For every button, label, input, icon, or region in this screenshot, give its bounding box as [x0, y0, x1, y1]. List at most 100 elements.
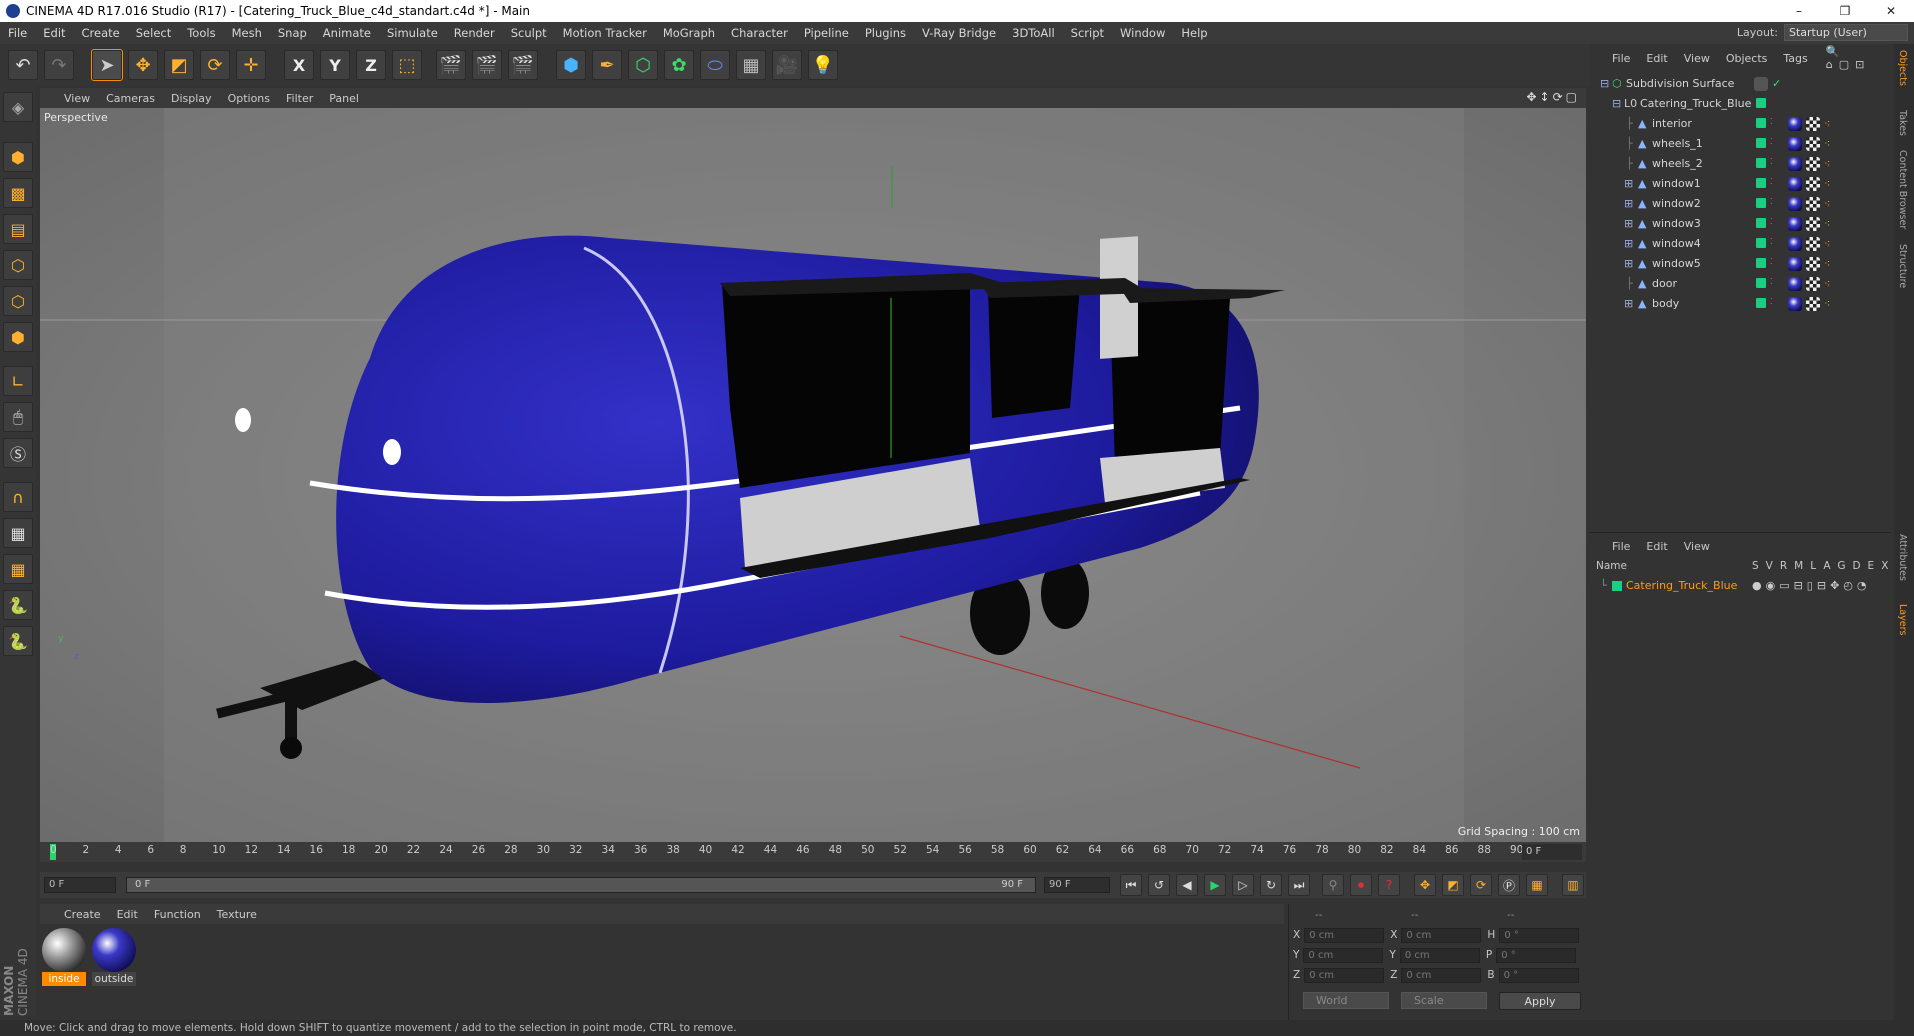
- lock-workplane-button[interactable]: ▦: [3, 518, 33, 548]
- size-mode-dropdown[interactable]: Scale: [1401, 992, 1487, 1009]
- range-slider[interactable]: 0 F 90 F: [126, 877, 1036, 893]
- expand-toggle-icon[interactable]: ⊟: [1612, 97, 1621, 110]
- position-y-field[interactable]: 0 cm: [1303, 947, 1384, 963]
- menu-file[interactable]: File: [0, 26, 35, 40]
- enabled-check-icon[interactable]: ✓: [1772, 77, 1781, 90]
- z-axis-lock-button[interactable]: Z: [356, 50, 386, 80]
- add-deformer-button[interactable]: ⬭: [700, 50, 730, 80]
- coord-system-dropdown[interactable]: World: [1303, 992, 1389, 1009]
- expand-toggle-icon[interactable]: ⊞: [1624, 237, 1633, 250]
- end-frame-field[interactable]: 90 F: [1044, 877, 1110, 893]
- scale-tool-button[interactable]: ◩: [164, 50, 194, 80]
- position-z-field[interactable]: 0 cm: [1304, 967, 1385, 983]
- material-menu-create[interactable]: Create: [56, 908, 109, 921]
- position-x-field[interactable]: 0 cm: [1304, 927, 1385, 943]
- object-row-window4[interactable]: ⊞ ▲ window4 ⁚ ⁖: [1594, 234, 1890, 254]
- expand-toggle-icon[interactable]: ⊞: [1624, 217, 1633, 230]
- key-rotation-button[interactable]: ⟳: [1470, 874, 1492, 896]
- key-parameter-button[interactable]: Ⓟ: [1498, 874, 1520, 896]
- material-tag-icon[interactable]: [1788, 137, 1802, 151]
- phong-tag-icon[interactable]: ⁖: [1824, 117, 1830, 130]
- phong-tag-icon[interactable]: ⁖: [1824, 277, 1830, 290]
- redo-button[interactable]: ↷: [44, 50, 74, 80]
- key-scale-button[interactable]: ◩: [1442, 874, 1464, 896]
- texture-checker-icon[interactable]: [1806, 197, 1820, 211]
- visibility-dots-icon[interactable]: ⁚: [1770, 117, 1773, 126]
- menu-help[interactable]: Help: [1173, 26, 1215, 40]
- key-pla-button[interactable]: ▦: [1526, 874, 1548, 896]
- material-tag-icon[interactable]: [1788, 197, 1802, 211]
- go-to-end-button[interactable]: ⏭: [1288, 874, 1310, 896]
- keyframe-selection-button[interactable]: ?: [1378, 874, 1400, 896]
- visibility-dots-icon[interactable]: ⁚: [1770, 237, 1773, 246]
- visibility-dots-icon[interactable]: ⁚: [1770, 197, 1773, 206]
- layer-color-swatch[interactable]: [1756, 258, 1766, 268]
- size-z-field[interactable]: 0 cm: [1401, 967, 1482, 983]
- workplane-mode-button[interactable]: ▤: [3, 214, 33, 244]
- menu-character[interactable]: Character: [723, 26, 796, 40]
- viewport-menu-view[interactable]: View: [56, 92, 98, 105]
- autokey-button[interactable]: ⏺: [1350, 874, 1372, 896]
- 3d-viewport[interactable]: Perspective Grid Spacing : 100 cm y z: [40, 108, 1586, 842]
- tab-attributes[interactable]: Attributes: [1897, 534, 1908, 581]
- edges-mode-button[interactable]: ⬡: [3, 286, 33, 316]
- texture-checker-icon[interactable]: [1806, 177, 1820, 191]
- previous-key-button[interactable]: ↺: [1148, 874, 1170, 896]
- tab-structure[interactable]: Structure: [1897, 244, 1908, 288]
- menu-vray-bridge[interactable]: V-Ray Bridge: [914, 26, 1004, 40]
- render-picture-viewer-button[interactable]: 🎬: [472, 50, 502, 80]
- object-manager-nav-icons[interactable]: 🔍⌂▢⊡: [1826, 45, 1890, 71]
- polygons-mode-button[interactable]: ⬢: [3, 322, 33, 352]
- move-tool-button[interactable]: ✥: [128, 50, 158, 80]
- next-key-button[interactable]: ↻: [1260, 874, 1282, 896]
- add-cube-button[interactable]: ⬢: [556, 50, 586, 80]
- material-tag-icon[interactable]: [1788, 217, 1802, 231]
- object-row-wheels-1[interactable]: ├ ▲ wheels_1 ⁚ ⁖: [1594, 134, 1890, 154]
- menu-tools[interactable]: Tools: [179, 26, 223, 40]
- add-scene-button[interactable]: ▦: [736, 50, 766, 80]
- material-tag-icon[interactable]: [1788, 117, 1802, 131]
- visibility-dots-icon[interactable]: ⁚: [1770, 137, 1773, 146]
- menu-render[interactable]: Render: [446, 26, 503, 40]
- menu-select[interactable]: Select: [128, 26, 179, 40]
- texture-checker-icon[interactable]: [1806, 297, 1820, 311]
- live-select-button[interactable]: ✛: [236, 50, 266, 80]
- phong-tag-icon[interactable]: ⁖: [1824, 197, 1830, 210]
- object-row-window2[interactable]: ⊞ ▲ window2 ⁚ ⁖: [1594, 194, 1890, 214]
- menu-simulate[interactable]: Simulate: [379, 26, 446, 40]
- key-position-button[interactable]: ✥: [1414, 874, 1436, 896]
- object-row-window5[interactable]: ⊞ ▲ window5 ⁚ ⁖: [1594, 254, 1890, 274]
- layer-row[interactable]: └ Catering_Truck_Blue ●◉▭⊟▯⊟✥◴◔: [1590, 577, 1890, 595]
- visibility-dots-icon[interactable]: ⁚: [1770, 277, 1773, 286]
- material-tag-icon[interactable]: [1788, 277, 1802, 291]
- layer-color-swatch[interactable]: [1756, 218, 1766, 228]
- coordinate-system-button[interactable]: ⬚: [392, 50, 422, 80]
- layout-dropdown[interactable]: Startup (User): [1784, 24, 1908, 41]
- undo-button[interactable]: ↶: [8, 50, 38, 80]
- layer-toggle-icons[interactable]: ●◉▭⊟▯⊟✥◴◔: [1752, 579, 1871, 592]
- play-button[interactable]: ▶: [1204, 874, 1226, 896]
- material-outside[interactable]: outside: [92, 928, 136, 986]
- visibility-dots-icon[interactable]: ⁚: [1770, 217, 1773, 226]
- material-tag-icon[interactable]: [1788, 257, 1802, 271]
- object-menu-file[interactable]: File: [1604, 52, 1638, 65]
- menu-3dtoall[interactable]: 3DToAll: [1004, 26, 1063, 40]
- menu-script[interactable]: Script: [1063, 26, 1112, 40]
- phong-tag-icon[interactable]: ⁖: [1824, 137, 1830, 150]
- expand-toggle-icon[interactable]: ⊟: [1600, 77, 1609, 90]
- menu-animate[interactable]: Animate: [315, 26, 379, 40]
- menu-mesh[interactable]: Mesh: [224, 26, 270, 40]
- texture-checker-icon[interactable]: [1806, 217, 1820, 231]
- layer-color-swatch[interactable]: [1756, 178, 1766, 188]
- rotate-tool-button[interactable]: ⟳: [200, 50, 230, 80]
- menu-mograph[interactable]: MoGraph: [655, 26, 723, 40]
- visibility-dots-icon[interactable]: ⁚: [1770, 157, 1773, 166]
- material-inside[interactable]: inside: [42, 928, 86, 986]
- object-row-wheels-2[interactable]: ├ ▲ wheels_2 ⁚ ⁖: [1594, 154, 1890, 174]
- phong-tag-icon[interactable]: ⁖: [1824, 297, 1830, 310]
- render-view-button[interactable]: 🎬: [436, 50, 466, 80]
- texture-checker-icon[interactable]: [1806, 137, 1820, 151]
- add-spline-button[interactable]: ✒: [592, 50, 622, 80]
- layer-toggle[interactable]: [1754, 77, 1768, 91]
- add-array-button[interactable]: ✿: [664, 50, 694, 80]
